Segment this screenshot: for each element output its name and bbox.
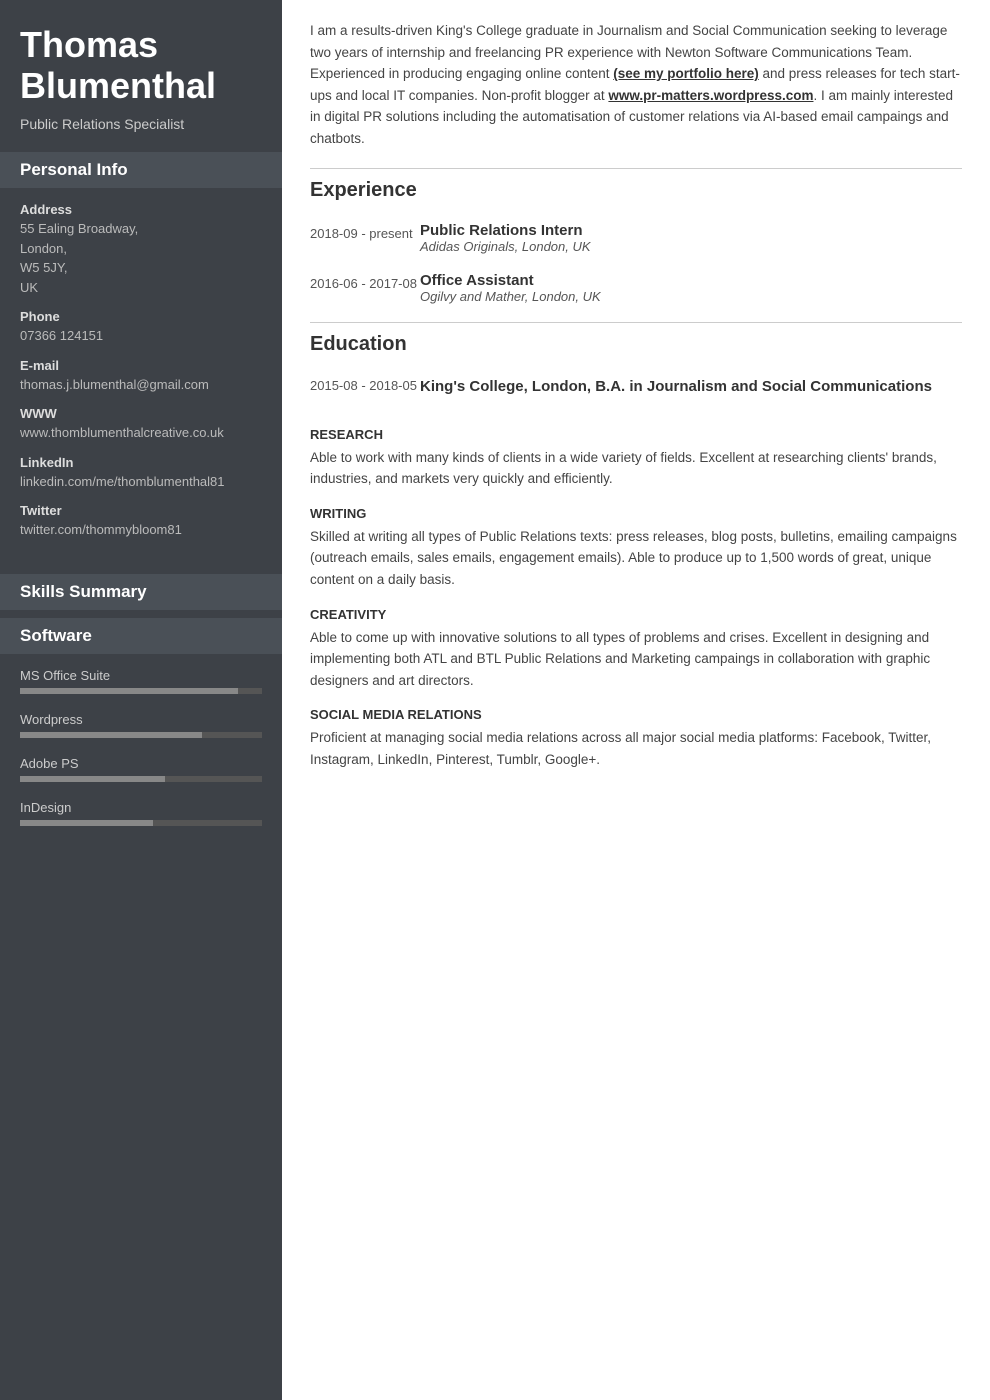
linkedin-label: LinkedIn [20, 455, 262, 470]
edu-item-0: 2015-08 - 2018-05 King's College, London… [310, 376, 962, 397]
twitter-group: Twitter twitter.com/thommybloom81 [20, 503, 262, 540]
skill-title-2: CREATIVITY [310, 607, 962, 622]
skills-summary-header: Skills Summary [0, 574, 282, 610]
exp-date-1: 2016-06 - 2017-08 [310, 272, 420, 304]
software-item-adobe-ps: Adobe PS [20, 756, 262, 782]
linkedin-value: linkedin.com/me/thomblumenthal81 [20, 472, 262, 492]
skill-section-3: SOCIAL MEDIA RELATIONS Proficient at man… [310, 707, 962, 770]
address-value: 55 Ealing Broadway,London,W5 5JY,UK [20, 219, 262, 297]
software-content: MS Office Suite Wordpress Adobe PS InDes… [0, 654, 282, 858]
software-header: Software [0, 618, 282, 654]
skill-body-2: Able to come up with innovative solution… [310, 627, 962, 692]
exp-title-0: Public Relations Intern [420, 222, 962, 239]
exp-date-0: 2018-09 - present [310, 222, 420, 254]
candidate-name: Thomas Blumenthal [20, 24, 262, 107]
skill-body-3: Proficient at managing social media rela… [310, 727, 962, 770]
personal-info-label: Personal Info [20, 160, 128, 179]
education-divider [310, 322, 962, 323]
skill-bar-fill-adobe-ps [20, 776, 165, 782]
skill-bar-fill-indesign [20, 820, 153, 826]
skill-title-0: RESEARCH [310, 427, 962, 442]
exp-details-0: Public Relations Intern Adidas Originals… [420, 222, 962, 254]
phone-label: Phone [20, 309, 262, 324]
software-name-wordpress: Wordpress [20, 712, 262, 727]
phone-value: 07366 124151 [20, 326, 262, 346]
skill-bar-bg-wordpress [20, 732, 262, 738]
main-content: I am a results-driven King's College gra… [282, 0, 990, 1400]
portfolio-link[interactable]: (see my portfolio here) [613, 66, 759, 81]
email-label: E-mail [20, 358, 262, 373]
software-label: Software [20, 626, 92, 645]
experience-divider [310, 168, 962, 169]
software-item-ms-office: MS Office Suite [20, 668, 262, 694]
skill-bar-bg-adobe-ps [20, 776, 262, 782]
email-group: E-mail thomas.j.blumenthal@gmail.com [20, 358, 262, 395]
www-value: www.thomblumenthalcreative.co.uk [20, 423, 262, 443]
skill-bar-fill-wordpress [20, 732, 202, 738]
edu-date-0: 2015-08 - 2018-05 [310, 376, 420, 397]
skill-section-0: RESEARCH Able to work with many kinds of… [310, 427, 962, 490]
personal-info-content: Address 55 Ealing Broadway,London,W5 5JY… [0, 188, 282, 566]
software-name-indesign: InDesign [20, 800, 262, 815]
skill-section-2: CREATIVITY Able to come up with innovati… [310, 607, 962, 692]
address-group: Address 55 Ealing Broadway,London,W5 5JY… [20, 202, 262, 297]
software-item-wordpress: Wordpress [20, 712, 262, 738]
exp-company-0: Adidas Originals, London, UK [420, 239, 962, 254]
exp-details-1: Office Assistant Ogilvy and Mather, Lond… [420, 272, 962, 304]
software-item-indesign: InDesign [20, 800, 262, 826]
software-name-adobe-ps: Adobe PS [20, 756, 262, 771]
skill-body-0: Able to work with many kinds of clients … [310, 447, 962, 490]
email-value: thomas.j.blumenthal@gmail.com [20, 375, 262, 395]
skill-title-1: WRITING [310, 506, 962, 521]
exp-company-1: Ogilvy and Mather, London, UK [420, 289, 962, 304]
skill-bar-bg-indesign [20, 820, 262, 826]
education-heading: Education [310, 333, 962, 356]
skill-body-1: Skilled at writing all types of Public R… [310, 526, 962, 591]
skill-title-3: SOCIAL MEDIA RELATIONS [310, 707, 962, 722]
skill-section-1: WRITING Skilled at writing all types of … [310, 506, 962, 591]
www-group: WWW www.thomblumenthalcreative.co.uk [20, 406, 262, 443]
linkedin-group: LinkedIn linkedin.com/me/thomblumenthal8… [20, 455, 262, 492]
phone-group: Phone 07366 124151 [20, 309, 262, 346]
twitter-label: Twitter [20, 503, 262, 518]
software-name-ms-office: MS Office Suite [20, 668, 262, 683]
exp-title-1: Office Assistant [420, 272, 962, 289]
www-label: WWW [20, 406, 262, 421]
sidebar-header: Thomas Blumenthal Public Relations Speci… [0, 0, 282, 152]
candidate-title: Public Relations Specialist [20, 115, 262, 135]
twitter-value: twitter.com/thommybloom81 [20, 520, 262, 540]
skills-summary-label: Skills Summary [20, 582, 147, 601]
edu-degree-0: King's College, London, B.A. in Journali… [420, 376, 962, 397]
exp-item-1: 2016-06 - 2017-08 Office Assistant Ogilv… [310, 272, 962, 308]
summary-paragraph: I am a results-driven King's College gra… [310, 20, 962, 150]
sidebar: Thomas Blumenthal Public Relations Speci… [0, 0, 282, 1400]
address-label: Address [20, 202, 262, 217]
personal-info-section-header: Personal Info [0, 152, 282, 188]
edu-details-0: King's College, London, B.A. in Journali… [420, 376, 962, 397]
experience-heading: Experience [310, 179, 962, 202]
exp-item-0: 2018-09 - present Public Relations Inter… [310, 222, 962, 258]
blog-link[interactable]: www.pr-matters.wordpress.com [608, 88, 813, 103]
skill-bar-fill-ms-office [20, 688, 238, 694]
skill-bar-bg-ms-office [20, 688, 262, 694]
